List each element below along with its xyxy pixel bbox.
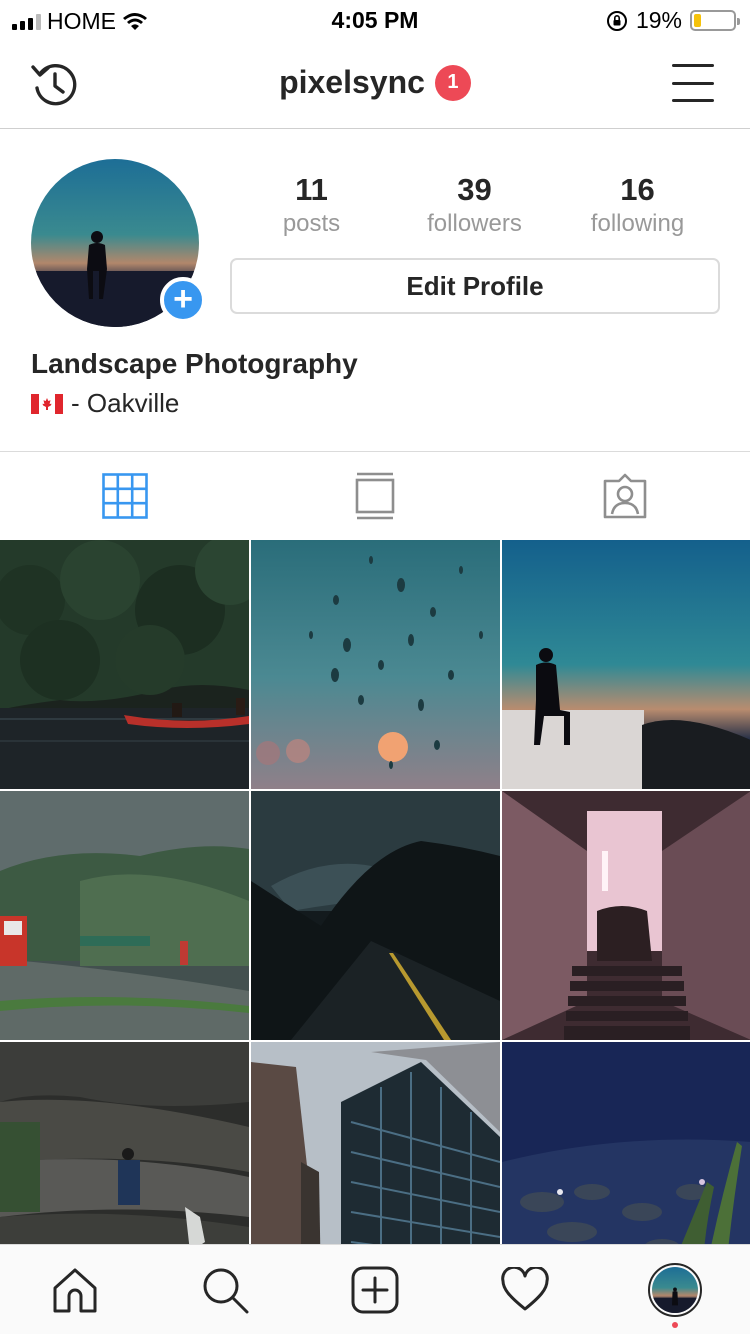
post-skyscrapers[interactable] [251, 1042, 500, 1244]
menu-icon[interactable] [672, 64, 714, 102]
tab-grid[interactable] [0, 452, 250, 540]
photo-grid [0, 540, 750, 1244]
post-rocky-waterfall[interactable] [0, 1042, 249, 1244]
posts-stat[interactable]: 11 posts [230, 172, 393, 238]
nav-bar: pixelsync 1 [0, 40, 750, 129]
status-right: 19% [606, 7, 740, 34]
posts-count: 11 [295, 172, 328, 207]
tab-tagged[interactable] [500, 452, 750, 540]
battery-percent: 19% [635, 7, 682, 33]
location-text: - Oakville [71, 388, 180, 418]
username: pixelsync [279, 64, 425, 100]
activity-dot [672, 1322, 678, 1328]
display-name: Landscape Photography [31, 348, 358, 379]
add-story-button[interactable]: + [160, 277, 206, 323]
battery-icon [690, 10, 740, 31]
tab-add[interactable] [300, 1245, 450, 1334]
username-header[interactable]: pixelsync 1 [0, 64, 750, 101]
post-blue-water-rocks[interactable] [502, 1042, 750, 1244]
profile-tabs [0, 451, 750, 540]
heart-icon [501, 1266, 549, 1310]
following-label: following [590, 210, 685, 237]
status-bar: HOME 4:05 PM 19% [0, 0, 750, 40]
bottom-tab-bar [0, 1244, 750, 1334]
post-dark-mountain-road[interactable] [251, 791, 500, 1040]
tagged-icon [603, 473, 647, 519]
tab-profile[interactable] [600, 1245, 750, 1334]
tab-activity[interactable] [450, 1245, 600, 1334]
post-highway-mountains[interactable] [0, 791, 249, 1040]
profile-avatar-wrap[interactable]: + [31, 159, 206, 327]
grid-icon [102, 473, 148, 519]
post-raindrops-on-window[interactable] [251, 540, 500, 789]
following-stat[interactable]: 16 following [556, 172, 719, 238]
tab-home[interactable] [0, 1245, 150, 1334]
followers-stat[interactable]: 39 followers [393, 172, 556, 238]
post-canoe-on-lake[interactable] [0, 540, 249, 789]
home-icon [53, 1268, 97, 1312]
profile-avatar [648, 1262, 702, 1317]
following-count: 16 [620, 172, 655, 207]
search-icon [203, 1268, 249, 1313]
canada-flag-icon [31, 393, 63, 414]
notification-badge: 1 [434, 64, 471, 101]
posts-label: posts [282, 210, 341, 237]
add-icon [351, 1266, 399, 1313]
post-silhouette-at-sunset[interactable] [502, 540, 750, 789]
rotation-lock-icon [606, 10, 627, 31]
followers-label: followers [427, 210, 522, 237]
tab-feed[interactable] [250, 452, 500, 540]
bio-location: - Oakville [31, 388, 179, 419]
post-pink-stairwell[interactable] [502, 791, 750, 1040]
profile-stats: 11 posts 39 followers 16 following [230, 172, 720, 238]
feed-icon [355, 472, 395, 520]
edit-profile-button[interactable]: Edit Profile [230, 258, 720, 314]
tab-search[interactable] [150, 1245, 300, 1334]
followers-count: 39 [457, 172, 492, 207]
